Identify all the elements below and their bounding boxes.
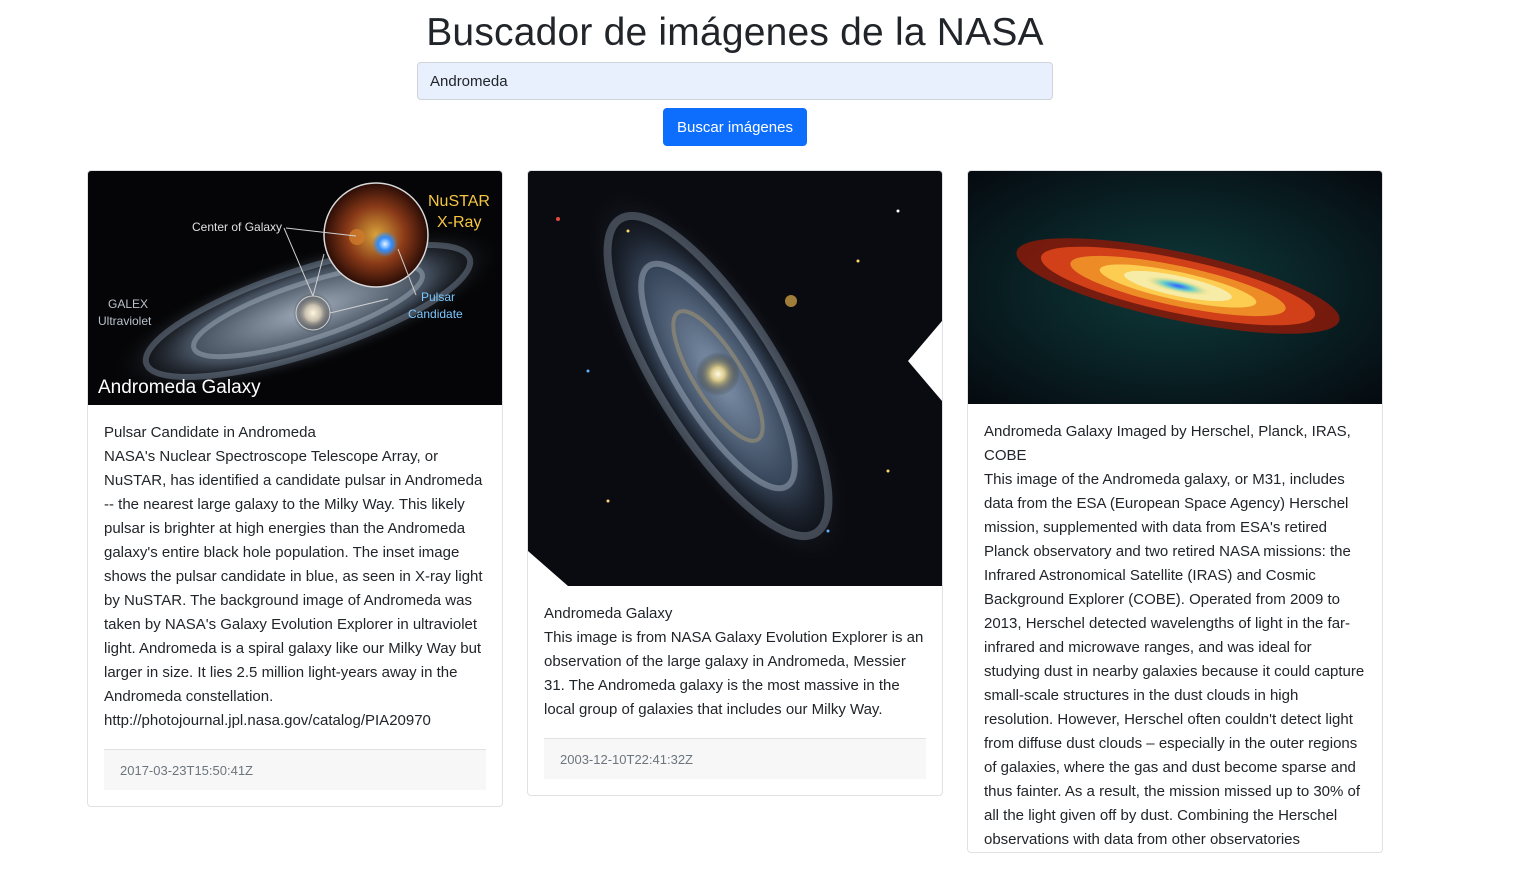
card-image-galex <box>528 171 942 586</box>
xray-label: X-Ray <box>437 214 481 231</box>
page-title: Buscador de imágenes de la NASA <box>426 11 1044 54</box>
image-card-1: NuSTAR X-Ray Center of Galaxy GALEX Ultr… <box>87 170 503 807</box>
nustar-label: NuSTAR <box>428 193 490 210</box>
candidate-label: Candidate <box>408 307 463 321</box>
card-image-herschel <box>968 171 1382 404</box>
andromeda-pulsar-image: NuSTAR X-Ray Center of Galaxy GALEX Ultr… <box>88 171 502 405</box>
image-card-3: Andromeda Galaxy Imaged by Herschel, Pla… <box>967 170 1383 853</box>
card-body: Andromeda Galaxy Imaged by Herschel, Pla… <box>968 404 1382 852</box>
card-date: 2003-12-10T22:41:32Z <box>544 738 926 779</box>
andromeda-galaxy-image-label: Andromeda Galaxy <box>98 377 261 398</box>
card-title: Andromeda Galaxy Imaged by Herschel, Pla… <box>984 423 1351 464</box>
pulsar-label: Pulsar <box>421 290 455 304</box>
image-card-2: Andromeda Galaxy This image is from NASA… <box>527 170 943 796</box>
search-button[interactable]: Buscar imágenes <box>663 108 807 146</box>
andromeda-herschel-image <box>968 171 1382 404</box>
ultraviolet-label: Ultraviolet <box>98 314 152 328</box>
card-body: Andromeda Galaxy This image is from NASA… <box>528 586 942 722</box>
card-description: This image is from NASA Galaxy Evolution… <box>544 629 924 718</box>
galex-label: GALEX <box>108 297 148 311</box>
card-date: 2017-03-23T15:50:41Z <box>104 749 486 790</box>
card-body: Pulsar Candidate in Andromeda NASA's Nuc… <box>88 405 502 733</box>
card-description: This image of the Andromeda galaxy, or M… <box>984 471 1365 848</box>
card-description: NASA's Nuclear Spectroscope Telescope Ar… <box>104 448 483 729</box>
card-image-pulsar: NuSTAR X-Ray Center of Galaxy GALEX Ultr… <box>88 171 502 405</box>
search-input[interactable] <box>417 62 1053 100</box>
card-title: Pulsar Candidate in Andromeda <box>104 424 316 441</box>
andromeda-galex-image <box>528 171 942 586</box>
center-of-galaxy-label: Center of Galaxy <box>192 220 282 234</box>
card-title: Andromeda Galaxy <box>544 605 673 622</box>
